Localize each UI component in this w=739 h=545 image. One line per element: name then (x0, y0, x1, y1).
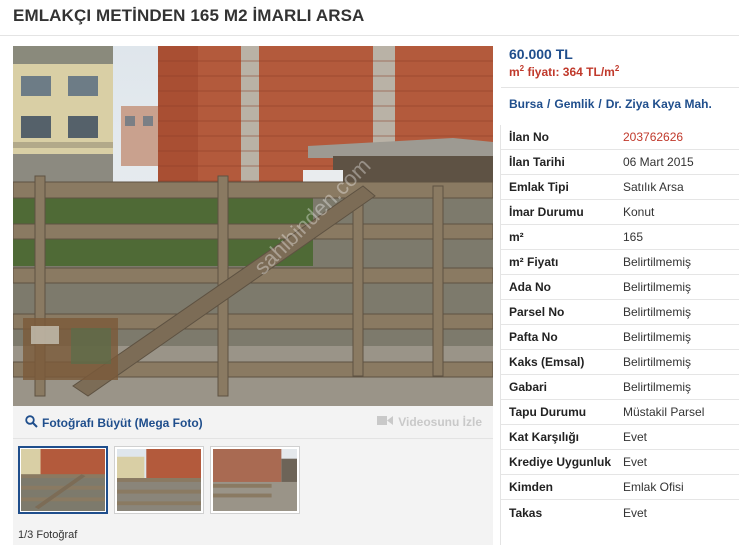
thumbnail-2[interactable] (114, 446, 204, 514)
detail-row-ilan-no: İlan No 203762626 (501, 125, 739, 150)
detail-row-kaks: Kaks (Emsal) Belirtilmemiş (501, 350, 739, 375)
detail-row-ilan-tarihi: İlan Tarihi 06 Mart 2015 (501, 150, 739, 175)
price-per-m2: m2 fiyatı: 364 TL/m2 (509, 64, 620, 79)
magnifier-icon (25, 415, 38, 431)
listing-number: 203762626 (623, 130, 684, 144)
listing-title: EMLAKÇI METİNDEN 165 M2 İMARLI ARSA (13, 6, 365, 25)
breadcrumb-separator: / (547, 97, 551, 111)
thumbnail-strip: 1/3 Fotoğraf (13, 439, 493, 545)
breadcrumb: Bursa / Gemlik / Dr. Ziya Kaya Mah. (509, 97, 712, 111)
watch-video-button[interactable]: Videosunu İzle (377, 415, 482, 429)
price: 60.000 TL (509, 46, 573, 62)
video-camera-icon (377, 415, 394, 429)
detail-row-gabari: Gabari Belirtilmemiş (501, 375, 739, 400)
detail-row-pafta-no: Pafta No Belirtilmemiş (501, 325, 739, 350)
breadcrumb-neighborhood[interactable]: Dr. Ziya Kaya Mah. (606, 97, 712, 111)
details-table: İlan No 203762626 İlan Tarihi 06 Mart 2015… (501, 125, 739, 525)
detail-row-tapu-durumu: Tapu Durumu Müstakil Parsel (501, 400, 739, 425)
detail-row-m2-fiyati: m² Fiyatı Belirtilmemiş (501, 250, 739, 275)
main-photo[interactable]: sahibinden.com (13, 46, 493, 406)
detail-row-emlak-tipi: Emlak Tipi Satılık Arsa (501, 175, 739, 200)
detail-row-imar-durumu: İmar Durumu Konut (501, 200, 739, 225)
breadcrumb-city[interactable]: Bursa (509, 97, 543, 111)
detail-row-ada-no: Ada No Belirtilmemiş (501, 275, 739, 300)
location-divider (501, 87, 739, 88)
breadcrumb-district[interactable]: Gemlik (554, 97, 594, 111)
detail-row-kat-karsiligi: Kat Karşılığı Evet (501, 425, 739, 450)
thumbnail-1[interactable] (18, 446, 108, 514)
watch-video-label: Videosunu İzle (398, 415, 482, 429)
detail-row-parsel-no: Parsel No Belirtilmemiş (501, 300, 739, 325)
photo-toolbar: Fotoğrafı Büyüt (Mega Foto) Videosunu İz… (13, 406, 493, 439)
detail-row-takas: Takas Evet (509, 505, 648, 520)
title-divider (0, 35, 739, 36)
detail-row-krediye-uygunluk: Krediye Uygunluk Evet (501, 450, 739, 475)
detail-row-kimden: Kimden Emlak Ofisi (501, 475, 739, 500)
breadcrumb-separator: / (598, 97, 602, 111)
enlarge-photo-link[interactable]: Fotoğrafı Büyüt (Mega Foto) (25, 415, 203, 431)
enlarge-photo-label: Fotoğrafı Büyüt (Mega Foto) (42, 416, 203, 430)
photo-counter: 1/3 Fotoğraf (18, 529, 78, 541)
detail-row-m2: m² 165 (501, 225, 739, 250)
thumbnail-3[interactable] (210, 446, 300, 514)
